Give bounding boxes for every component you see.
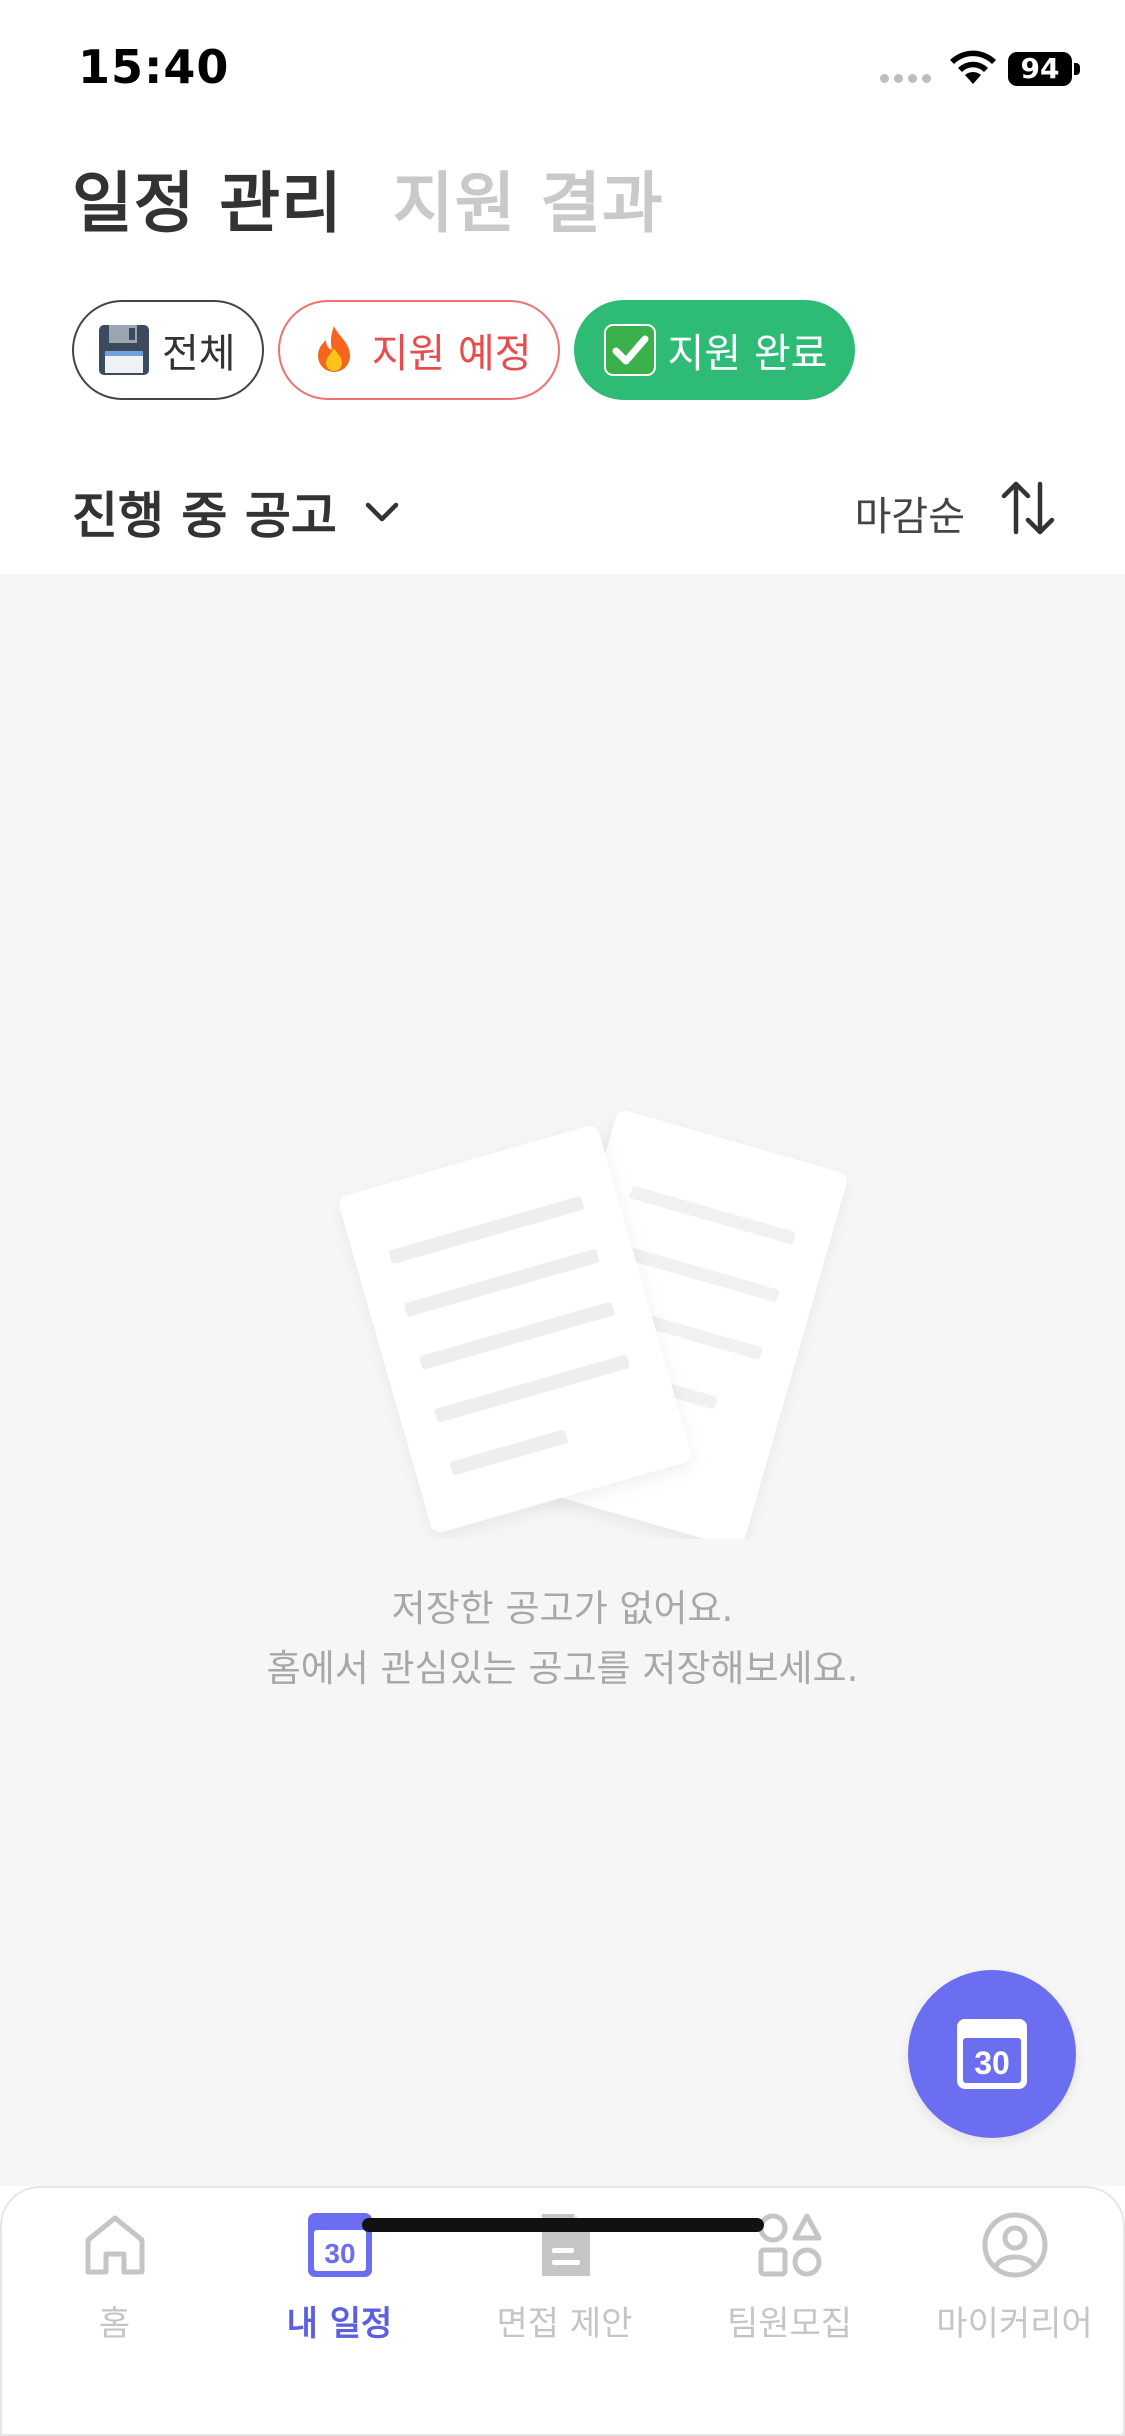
nav-calendar-day: 30	[324, 2238, 355, 2269]
filter-chips: 전체 지원 예정 지원 완료	[72, 300, 856, 400]
section-header: 진행 중 공고 마감순	[72, 470, 1057, 550]
battery-level: 94	[1020, 52, 1060, 85]
empty-state-line1: 저장한 공고가 없어요.	[391, 1587, 734, 1630]
filter-chip-planned[interactable]: 지원 예정	[277, 300, 560, 400]
header-tabs: 일정 관리 지원 결과	[72, 150, 664, 246]
wifi-icon	[950, 50, 996, 84]
user-circle-icon	[982, 2212, 1047, 2278]
nav-label: 마이커리어	[936, 2304, 1093, 2344]
filter-chip-label: 지원 완료	[667, 331, 828, 377]
filter-chip-done[interactable]: 지원 완료	[573, 300, 856, 400]
calendar-fab-button[interactable]: 30	[908, 1970, 1076, 2138]
empty-state-message: 저장한 공고가 없어요. 홈에서 관심있는 공고를 저장해보세요.	[0, 1579, 1125, 1699]
cellular-signal-icon	[880, 74, 931, 83]
battery-icon: 94	[1008, 52, 1080, 86]
status-time: 15:40	[78, 40, 230, 94]
section-title[interactable]: 진행 중 공고	[72, 476, 337, 548]
filter-chip-all[interactable]: 전체	[72, 300, 264, 400]
calendar-icon: 30	[957, 2019, 1027, 2089]
tab-schedule-management[interactable]: 일정 관리	[72, 150, 343, 246]
nav-label: 면접 제안	[496, 2304, 633, 2344]
chevron-down-icon[interactable]	[360, 490, 404, 534]
check-box-icon	[603, 324, 656, 376]
nav-label: 팀원모집	[726, 2304, 853, 2344]
filter-chip-label: 전체	[162, 331, 236, 377]
shapes-icon	[758, 2213, 821, 2277]
nav-label: 홈	[98, 2304, 131, 2344]
filter-chip-label: 지원 예정	[371, 331, 532, 377]
content-area: 저장한 공고가 없어요. 홈에서 관심있는 공고를 저장해보세요.	[0, 574, 1125, 2186]
fire-icon	[317, 326, 350, 372]
nav-item-my-career[interactable]: 마이커리어	[902, 2210, 1125, 2350]
sort-label[interactable]: 마감순	[855, 484, 965, 542]
nav-item-home[interactable]: 홈	[2, 2210, 227, 2350]
screen: 15:40 94 일정 관리 지원 결과 전체 지원 예정 지원 완료 진행 중…	[0, 0, 1125, 2436]
nav-label: 내 일정	[286, 2304, 393, 2344]
floppy-disk-icon	[99, 325, 149, 375]
fab-calendar-day: 30	[974, 2045, 1010, 2081]
empty-state-line2: 홈에서 관심있는 공고를 저장해보세요.	[266, 1647, 859, 1690]
home-indicator	[362, 2218, 764, 2232]
tab-application-results[interactable]: 지원 결과	[393, 150, 664, 246]
sort-icon[interactable]	[999, 478, 1057, 538]
documents-illustration-icon	[339, 1110, 847, 1539]
home-icon	[85, 2215, 144, 2275]
status-bar: 15:40 94	[0, 0, 1125, 140]
